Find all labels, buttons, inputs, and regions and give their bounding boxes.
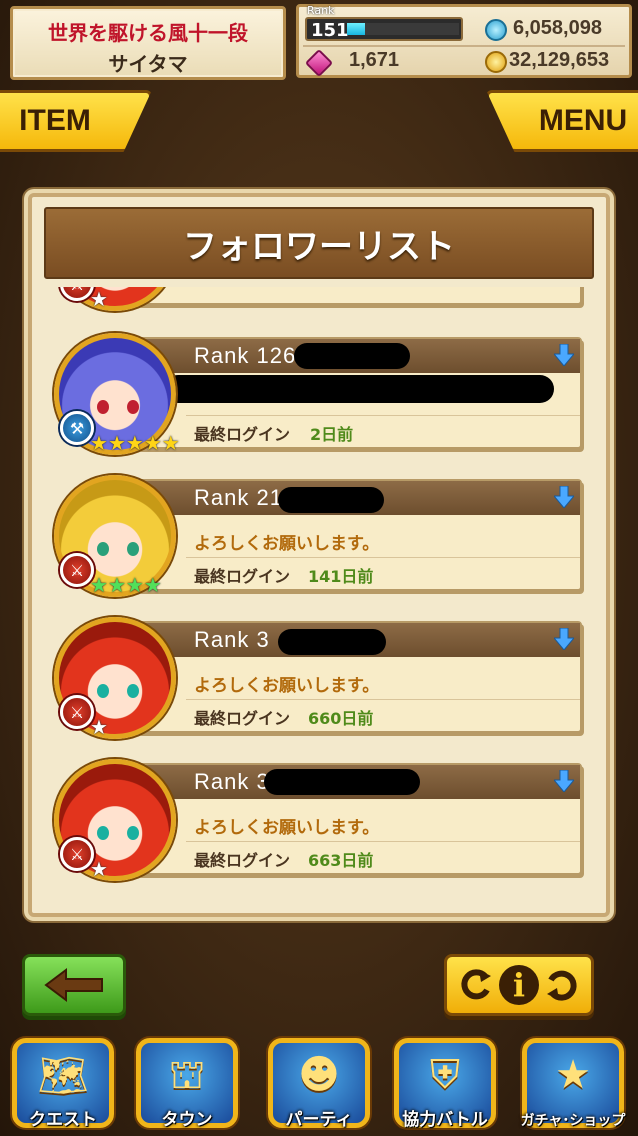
- follower-message: よろしくお願いします。: [194, 534, 380, 554]
- follower-card: Rank 3 よろしくお願いします。 最終ログイン 663日前: [136, 763, 582, 875]
- nav-label: タウン: [161, 1110, 213, 1130]
- list-item[interactable]: Rank 3 よろしくお願いします。 最終ログイン 663日前 ⚔ ★: [46, 753, 594, 885]
- rank-bar: 151: [305, 17, 463, 41]
- arrow-down-icon[interactable]: [554, 628, 574, 650]
- stamina-value: 6,058,098: [513, 17, 602, 39]
- player-name: サイタマ: [108, 52, 188, 76]
- rarity-stars: ★: [90, 287, 108, 311]
- rarity-stars: ★: [90, 857, 108, 881]
- follower-rank: Rank 3: [194, 627, 270, 652]
- nav-town[interactable]: ⛫ タウン: [130, 1038, 244, 1136]
- follower-card: Rank 21 よろしくお願いします。 最終ログイン 141日前: [136, 479, 582, 591]
- avatar-eye: [97, 684, 109, 698]
- last-login-label: 最終ログイン: [194, 851, 291, 870]
- avatar-eye: [97, 400, 109, 414]
- arrow-left-icon: [44, 968, 103, 1002]
- redacted-message: [164, 375, 554, 403]
- nav-quest[interactable]: 🗺 クエスト: [6, 1038, 120, 1136]
- follower-rank: Rank 21: [194, 485, 283, 510]
- follower-rank: Rank 126: [194, 343, 297, 368]
- list-item[interactable]: Rank 21 よろしくお願いします。 最終ログイン 141日前 ⚔ ★ ★ ★ ★: [46, 469, 594, 601]
- cycle-left-icon: [461, 969, 491, 1000]
- follower-card: Rank 3 よろしくお願いします。 最終ログイン 660日前: [136, 621, 582, 733]
- redacted-name: [294, 343, 410, 369]
- player-title: 世界を駆ける風十一段: [48, 21, 248, 45]
- follower-panel: フォロワーリスト ⚔ ★ Rank 126 最終ログイン 2日前: [28, 193, 610, 917]
- divider: [186, 415, 580, 416]
- list-item[interactable]: Rank 126 最終ログイン 2日前 ⚒ ★ ★ ★ ★ ★: [46, 327, 594, 459]
- gem-value: 1,671: [349, 49, 400, 71]
- follower-rank: Rank 3: [194, 769, 270, 794]
- nav-label: 協力バトル: [402, 1110, 488, 1130]
- nav-party[interactable]: ☻ パーティ: [262, 1038, 376, 1136]
- last-login-label: 最終ログイン: [194, 709, 291, 728]
- party-icon: ☻: [298, 1052, 340, 1098]
- panel-title: フォロワーリスト: [44, 207, 594, 279]
- follower-message: よろしくお願いします。: [194, 676, 380, 696]
- exp-bar-track: [347, 23, 459, 35]
- arrow-down-icon[interactable]: [554, 486, 574, 508]
- gacha-star-icon: ★: [555, 1052, 591, 1098]
- rarity-stars: ★ ★ ★ ★ ★: [90, 431, 180, 455]
- avatar-eye: [127, 542, 139, 556]
- nav-coop-battle[interactable]: ⛨ 協力バトル: [388, 1038, 502, 1136]
- info-icon: i: [499, 965, 539, 1005]
- rank-tag: Rank: [307, 4, 335, 17]
- quest-map-icon: 🗺: [37, 1053, 89, 1099]
- avatar-eye: [97, 542, 109, 556]
- follower-list[interactable]: ⚔ ★ Rank 126 最終ログイン 2日前 ⚒ ★★★★★: [46, 287, 594, 897]
- last-login-value: 660日前: [308, 709, 374, 728]
- list-item[interactable]: Rank 3 よろしくお願いします。 最終ログイン 660日前 ⚔ ★: [46, 611, 594, 743]
- nav-label: ガチャ･ショップ: [520, 1113, 626, 1129]
- arrow-down-icon[interactable]: [554, 770, 574, 792]
- player-title-plate[interactable]: 世界を駆ける風十一段 サイタマ: [10, 6, 286, 80]
- back-button[interactable]: [22, 954, 126, 1016]
- avatar-eye: [127, 684, 139, 698]
- coop-battle-icon: ⛨: [430, 1052, 460, 1098]
- town-icon: ⛫: [168, 1052, 206, 1098]
- last-login-label: 最終ログイン: [194, 567, 291, 586]
- stat-panel: Rank 151 6,058,098 1,671 32,129,653: [296, 4, 632, 78]
- rank-number: 151: [311, 20, 349, 41]
- rarity-stars: ★ ★ ★ ★: [90, 573, 162, 597]
- gem-icon: [304, 48, 334, 78]
- redacted-name: [278, 629, 386, 655]
- arrow-down-icon[interactable]: [554, 344, 574, 366]
- last-login-value: 141日前: [308, 567, 374, 586]
- rarity-stars: ★: [90, 715, 108, 739]
- nav-gacha-shop[interactable]: ★ ガチャ･ショップ: [516, 1038, 630, 1136]
- nav-label: クエスト: [29, 1110, 97, 1130]
- stamina-icon: [485, 19, 507, 41]
- redacted-name: [264, 769, 420, 795]
- redacted-name: [278, 487, 384, 513]
- sword-icon: ⚔: [60, 553, 94, 587]
- coin-icon: [485, 51, 507, 73]
- divider: [186, 699, 580, 700]
- sword-icon: ⚔: [60, 695, 94, 729]
- info-button[interactable]: i: [444, 954, 594, 1016]
- divider: [186, 557, 580, 558]
- exp-bar-fill: [347, 23, 365, 35]
- cycle-right-icon: [547, 970, 577, 1001]
- bottom-nav: 🗺 クエスト ⛫ タウン ☻ パーティ ⛨ 協力バトル ★ ガチャ･ショップ: [0, 1030, 638, 1136]
- follower-card: [136, 287, 582, 305]
- avatar-eye: [97, 826, 109, 840]
- avatar-eye: [127, 400, 139, 414]
- last-login-label: 最終ログイン: [194, 425, 291, 444]
- avatar-eye: [127, 826, 139, 840]
- sword-icon: ⚔: [60, 837, 94, 871]
- stat-divider: [303, 45, 625, 47]
- last-login-value: 663日前: [308, 851, 374, 870]
- coin-value: 32,129,653: [509, 49, 610, 71]
- list-item-partial[interactable]: ⚔ ★: [46, 287, 594, 315]
- follower-message: よろしくお願いします。: [194, 818, 380, 838]
- nav-label: パーティ: [285, 1110, 353, 1130]
- divider: [186, 841, 580, 842]
- axe-icon: ⚒: [60, 411, 94, 445]
- last-login-value: 2日前: [310, 425, 354, 444]
